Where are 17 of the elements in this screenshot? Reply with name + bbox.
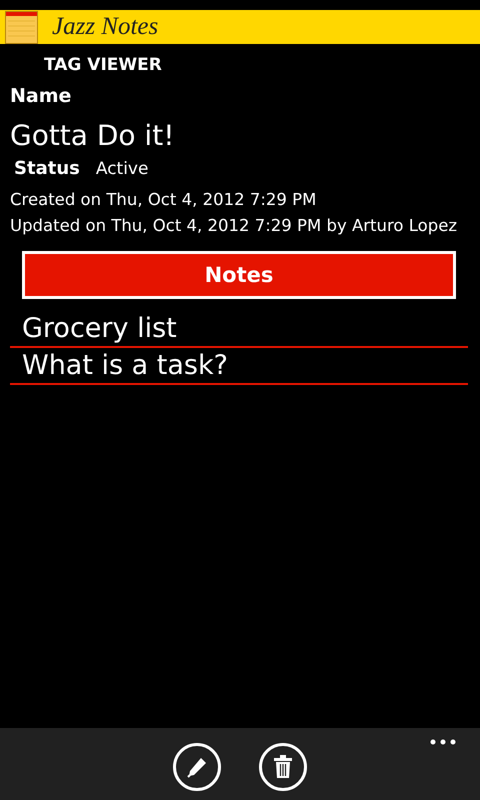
updated-date: Updated on Thu, Oct 4, 2012 7:29 PM by Arturo Lopez bbox=[10, 215, 458, 237]
app-title: Jazz Notes bbox=[52, 13, 158, 41]
note-item[interactable]: Grocery list bbox=[10, 311, 468, 348]
delete-button[interactable] bbox=[259, 743, 307, 791]
more-icon[interactable] bbox=[430, 739, 456, 745]
trash-icon bbox=[272, 755, 294, 779]
status-value: Active bbox=[96, 159, 148, 179]
note-item[interactable]: What is a task? bbox=[10, 348, 468, 385]
notepad-icon bbox=[5, 10, 38, 44]
pencil-icon bbox=[185, 755, 209, 779]
status-label: Status bbox=[14, 158, 80, 179]
tag-name: Gotta Do it! bbox=[10, 119, 176, 152]
created-date: Created on Thu, Oct 4, 2012 7:29 PM bbox=[10, 189, 318, 211]
edit-button[interactable] bbox=[173, 743, 221, 791]
name-label: Name bbox=[10, 85, 72, 107]
notes-button[interactable]: Notes bbox=[22, 251, 456, 299]
page-title: TAG VIEWER bbox=[44, 55, 163, 75]
